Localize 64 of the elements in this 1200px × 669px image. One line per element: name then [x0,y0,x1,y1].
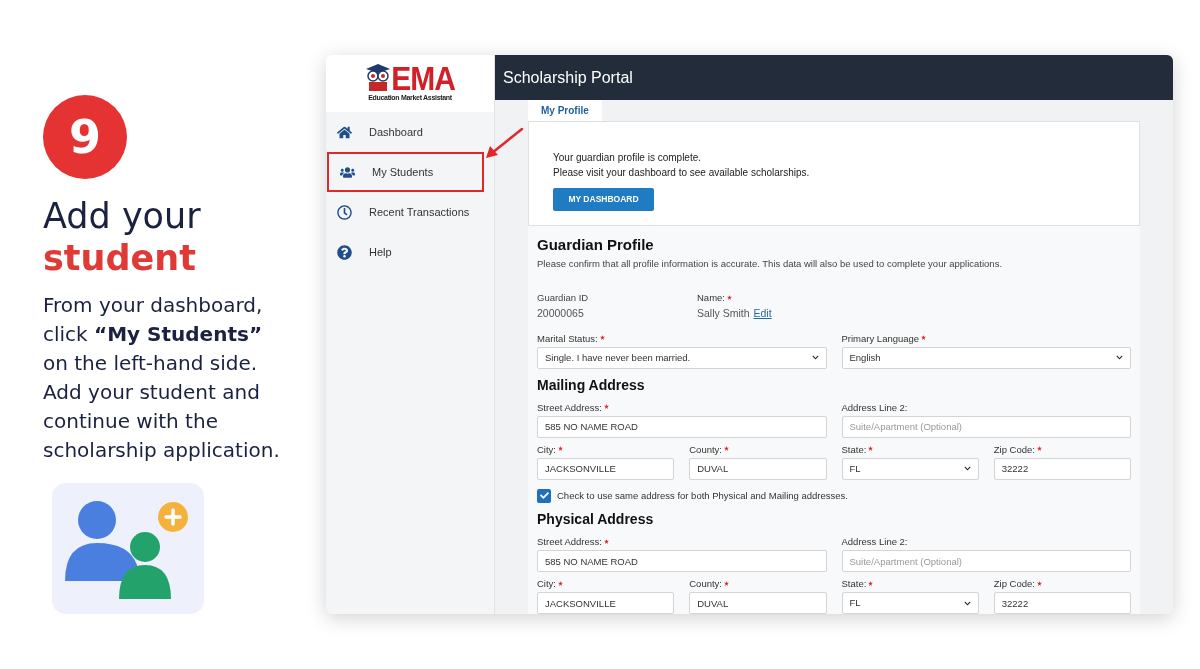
notice-text: Your guardian profile is complete. [553,151,703,166]
owl-mascot-icon [365,63,392,94]
guardian-id-value: 20000065 [537,306,585,321]
input-field[interactable]: DUVAL [689,457,827,480]
field-label: Guardian ID [537,291,590,305]
clock-icon [337,204,352,220]
input-field[interactable]: Suite/Apartment (Optional) [841,550,1131,572]
field-label: City: [537,443,556,458]
check-icon [539,491,549,501]
input-field[interactable]: JACKSONVILLE [537,457,675,480]
input-field[interactable]: 585 NO NAME ROAD [537,550,827,572]
step-title: Add your [43,195,202,237]
dropdown[interactable]: FL [841,592,979,614]
help-icon [337,244,352,260]
field-label: State: [841,443,867,458]
section-title: Physical Address [537,510,655,529]
chevron-down-icon [963,599,971,607]
section-subtitle: Please confirm that all profile information is accurate. This data will also be used to complete your applications. [537,256,1004,271]
guardian-name: Sally Smith [697,306,750,321]
input-field[interactable]: 585 NO NAME ROAD [537,415,827,438]
field-label: Name: [697,291,725,306]
sidebar-item[interactable]: Help [326,232,483,272]
header-title: Scholarship Portal [503,67,633,88]
input-field[interactable]: 32222 [993,592,1131,614]
edit-link[interactable]: Edit [753,306,772,322]
field-label: Marital Status: [537,332,598,347]
users-icon [340,164,355,180]
checkbox-label: Check to use same address for both Physical and Mailing addresses. [557,488,848,503]
pointer-arrow [484,127,524,161]
dropdown[interactable]: English [841,346,1131,369]
input-field[interactable]: DUVAL [689,592,827,614]
field-label: Zip Code: [993,443,1035,458]
field-label: State: [841,577,867,592]
field-label: County: [689,443,722,458]
home-icon [337,124,352,140]
input-field[interactable]: JACKSONVILLE [537,592,675,614]
field-label: Address Line 2: [841,535,908,550]
field-label: Street Address: [537,401,602,416]
tab[interactable]: My Profile [528,100,602,122]
sidebar-item[interactable]: My Students [327,152,484,192]
chevron-down-icon [1116,354,1123,362]
dropdown[interactable]: Single. I have never been married. [537,346,827,369]
sidebar-item[interactable]: Recent Transactions [326,192,483,232]
sidebar-item[interactable]: Dashboard [326,112,483,152]
step-title-highlight: student [43,237,197,279]
dropdown[interactable]: FL [841,457,979,480]
field-label: Primary Language [841,332,920,347]
section-title: Guardian Profile [537,235,655,256]
field-label: Street Address: [537,535,602,550]
my-dashboard-button[interactable]: MY DASHBOARD [553,188,654,212]
input-field[interactable]: 32222 [993,457,1131,480]
chevron-down-icon [963,465,971,473]
logo-wordmark: EMA [391,63,455,95]
field-label: County: [689,577,722,592]
input-field[interactable]: Suite/Apartment (Optional) [841,415,1131,438]
chevron-down-icon [811,354,819,362]
section-title: Mailing Address [537,375,646,395]
step-description: From your dashboard, click “My Students” on the left-hand side. Add your student and continue with the scholarship application. [43,292,281,464]
step-number-badge: 9 [43,95,127,179]
checkbox[interactable] [537,488,551,503]
field-label: Address Line 2: [841,401,908,416]
field-label: Zip Code: [993,577,1035,592]
notice-text: Please visit your dashboard to see available scholarships. [553,166,811,181]
field-label: City: [537,577,556,592]
